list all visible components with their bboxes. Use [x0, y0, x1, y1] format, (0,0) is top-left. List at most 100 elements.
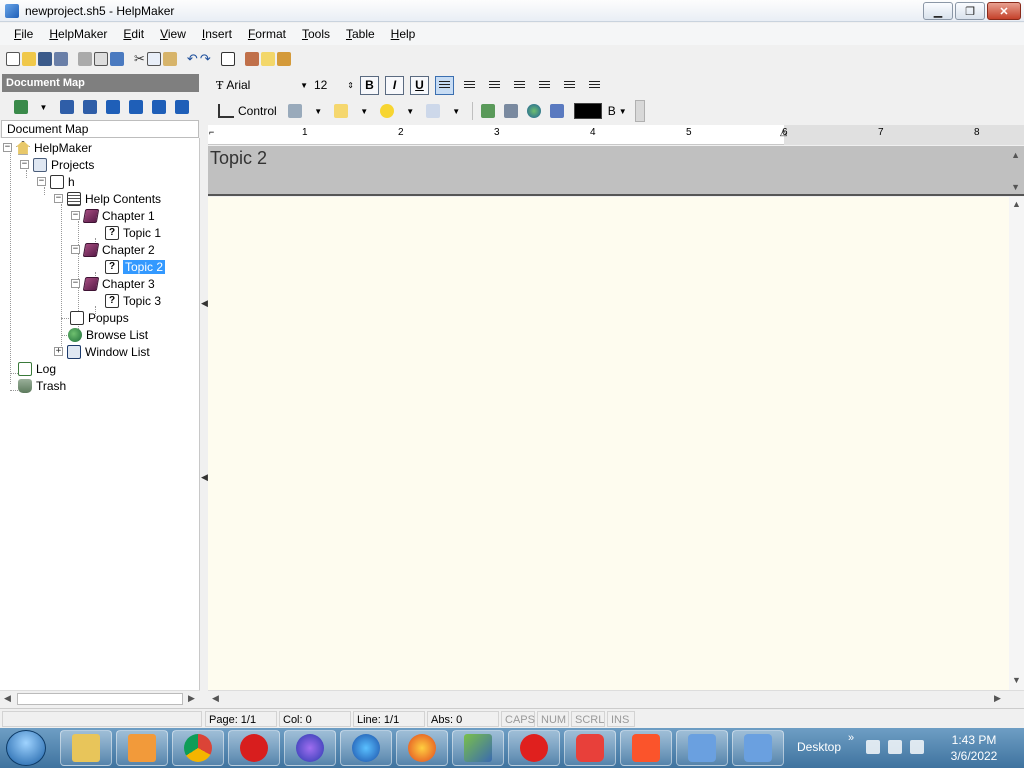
scroll-right-icon[interactable]: ▶ — [994, 693, 1001, 704]
chevron-icon[interactable]: » — [848, 732, 854, 744]
redo-button[interactable]: ↷ — [200, 49, 211, 70]
menu-insert[interactable]: Insert — [194, 23, 240, 45]
insert-image-dropdown[interactable]: ▼ — [308, 101, 329, 122]
expand-toggle[interactable]: + — [54, 347, 63, 356]
collapse-toggle[interactable]: − — [54, 194, 63, 203]
collapse-toggle[interactable]: − — [20, 160, 29, 169]
insert-note-button[interactable] — [331, 101, 352, 122]
align-center-button[interactable] — [460, 76, 479, 95]
ruler[interactable]: 1 2 3 4 5 6 7 8 ⌐ △ — [208, 125, 1024, 145]
insert-link-button[interactable] — [501, 101, 522, 122]
tree-node-topic-1[interactable]: ? Topic 1 — [105, 224, 161, 241]
tree-node-trash[interactable]: Trash — [18, 377, 66, 394]
maximize-button[interactable]: ❐ — [955, 2, 985, 20]
align-left-button[interactable] — [435, 75, 454, 95]
insert-web-link-button[interactable] — [524, 101, 545, 122]
underline-button[interactable]: U — [410, 75, 429, 95]
menu-edit[interactable]: Edit — [115, 23, 152, 45]
bullet-list-button[interactable] — [510, 76, 529, 95]
taskbar-opera-gx[interactable] — [508, 730, 560, 766]
taskbar-app-tool[interactable] — [452, 730, 504, 766]
spin-icon[interactable]: ⇕ — [347, 81, 354, 90]
font-size-select[interactable]: 12 ⇕ — [314, 75, 358, 95]
taskbar-chrome[interactable] — [172, 730, 224, 766]
menu-helpmaker[interactable]: HelpMaker — [41, 23, 115, 45]
tree-node-chapter-3[interactable]: − Chapter 3 — [71, 275, 155, 292]
topic-title[interactable]: Topic 2 — [210, 148, 267, 169]
scroll-left-icon[interactable]: ◀ — [4, 693, 11, 704]
bold-button[interactable]: B — [360, 75, 379, 95]
copy-button[interactable] — [146, 49, 161, 70]
tree-node-browse-list[interactable]: Browse List — [68, 326, 148, 343]
taskbar-explorer[interactable] — [60, 730, 112, 766]
toolbar-overflow[interactable] — [634, 100, 645, 122]
menu-file[interactable]: File — [6, 23, 41, 45]
move-down-button[interactable] — [148, 97, 169, 118]
tree-node-topic-3[interactable]: ? Topic 3 — [105, 292, 161, 309]
insert-emoticon-dropdown[interactable]: ▼ — [400, 101, 421, 122]
collapse-left-icon[interactable]: ◀ — [201, 298, 208, 310]
collapse-left-icon[interactable]: ◀ — [201, 472, 208, 484]
edit-topic-button[interactable] — [56, 97, 77, 118]
taskbar-help-1[interactable] — [676, 730, 728, 766]
scroll-thumb[interactable] — [17, 693, 183, 705]
indent-marker-icon[interactable]: ⌐ — [209, 127, 214, 137]
right-indent-marker-icon[interactable]: △ — [780, 127, 787, 138]
collapse-toggle[interactable]: − — [71, 211, 80, 220]
align-right-button[interactable] — [485, 76, 504, 95]
collapse-toggle[interactable]: − — [37, 177, 46, 186]
start-button[interactable] — [6, 730, 46, 766]
insert-text-dropdown[interactable]: ▼ — [446, 101, 467, 122]
scroll-up-icon[interactable]: ▲ — [1011, 150, 1020, 160]
scroll-left-icon[interactable]: ◀ — [212, 693, 219, 704]
menu-format[interactable]: Format — [240, 23, 294, 45]
panel-splitter[interactable]: ◀ ◀ — [200, 138, 208, 690]
scroll-down-icon[interactable]: ▼ — [1011, 182, 1020, 192]
collapse-toggle[interactable]: − — [71, 245, 80, 254]
numbered-list-button[interactable] — [535, 76, 554, 95]
tree-node-chapter-1[interactable]: − Chapter 1 — [71, 207, 155, 224]
document-map-tree[interactable]: − HelpMaker − Projects − h − Help Conten… — [0, 138, 200, 690]
new-button[interactable] — [6, 49, 20, 70]
action-center-flag-icon[interactable] — [866, 740, 880, 754]
test-help-button[interactable] — [260, 49, 275, 70]
menu-view[interactable]: View — [152, 23, 194, 45]
topic-editor[interactable] — [208, 197, 1009, 690]
cut-button[interactable]: ✂ — [134, 49, 145, 70]
paste-button[interactable] — [162, 49, 177, 70]
open-button[interactable] — [22, 49, 36, 70]
spell-check-button[interactable] — [110, 49, 124, 70]
taskbar-media-player[interactable] — [116, 730, 168, 766]
taskbar-firefox[interactable] — [396, 730, 448, 766]
desktop-toolbar-label[interactable]: Desktop — [797, 740, 841, 754]
scroll-up-icon[interactable]: ▲ — [1012, 199, 1021, 209]
menu-help[interactable]: Help — [383, 23, 424, 45]
editor-vertical-scrollbar[interactable]: ▲ ▼ — [1009, 197, 1024, 690]
tree-node-window-list[interactable]: + Window List — [54, 343, 150, 360]
system-clock[interactable]: 1:43 PM 3/6/2022 — [944, 732, 1004, 764]
move-left-button[interactable] — [102, 97, 123, 118]
compile-button[interactable] — [244, 49, 259, 70]
insert-image-button[interactable] — [285, 101, 306, 122]
tree-node-log[interactable]: Log — [18, 360, 56, 377]
color-dropdown[interactable]: B ▼ — [608, 104, 627, 118]
tree-node-topic-2[interactable]: ? Topic 2 — [105, 258, 166, 275]
decrease-indent-button[interactable] — [560, 76, 579, 95]
taskbar-help-2[interactable] — [732, 730, 784, 766]
taskbar-opera[interactable] — [228, 730, 280, 766]
insert-field-button[interactable] — [478, 101, 499, 122]
scroll-right-icon[interactable]: ▶ — [188, 693, 195, 704]
network-icon[interactable] — [888, 740, 902, 754]
tree-node-helpmaker[interactable]: − HelpMaker — [3, 139, 92, 156]
undo-button[interactable]: ↶ — [187, 49, 198, 70]
tree-node-help-contents[interactable]: − Help Contents — [54, 190, 161, 207]
increase-indent-button[interactable] — [585, 76, 604, 95]
save-button[interactable] — [38, 49, 52, 70]
taskbar-firefox-nightly[interactable] — [284, 730, 336, 766]
tree-horizontal-scrollbar[interactable]: ◀ ▶ — [0, 690, 200, 706]
taskbar-vivaldi[interactable] — [564, 730, 616, 766]
collapse-toggle[interactable]: − — [3, 143, 12, 152]
menu-table[interactable]: Table — [338, 23, 383, 45]
tree-node-project-h[interactable]: − h — [37, 173, 75, 190]
volume-icon[interactable] — [910, 740, 924, 754]
